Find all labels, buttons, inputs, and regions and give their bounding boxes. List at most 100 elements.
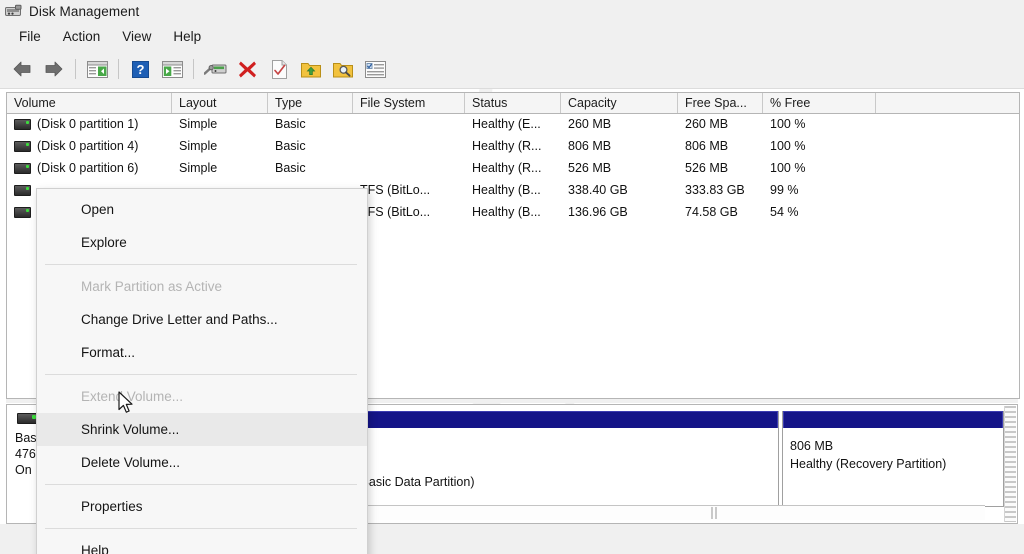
cell-volume-label: (Disk 0 partition 4) — [37, 139, 139, 153]
table-row[interactable]: (Disk 0 partition 6) Simple Basic Health… — [7, 157, 1019, 179]
cell-type: Basic — [275, 139, 306, 153]
cell-volume[interactable]: (Disk 0 partition 1) — [7, 113, 172, 135]
properties-checkmark-icon[interactable] — [266, 56, 292, 82]
ctx-open[interactable]: Open — [37, 193, 367, 226]
cell-file-system: TFS (BitLo... — [360, 205, 431, 219]
menu-bar: File Action View Help — [0, 22, 1024, 50]
column-header-status[interactable]: Status — [465, 93, 561, 113]
column-header-empty[interactable] — [876, 93, 1018, 113]
show-hide-console-tree-icon[interactable] — [84, 56, 110, 82]
ctx-properties[interactable]: Properties — [37, 490, 367, 523]
context-menu-separator — [45, 484, 357, 485]
ctx-format[interactable]: Format... — [37, 336, 367, 369]
folder-up-arrow-icon[interactable] — [298, 56, 324, 82]
cell-capacity: 526 MB — [568, 161, 612, 175]
scroll-tick — [711, 507, 713, 519]
cell-volume-label: (Disk 0 partition 6) — [37, 161, 139, 175]
cell-file-system — [353, 135, 465, 157]
cell-status: Healthy (R... — [472, 161, 542, 175]
column-header-file-system[interactable]: File System — [353, 93, 465, 113]
disk-pane-vertical-scrollbar[interactable] — [1004, 406, 1016, 522]
cell-type: Basic — [275, 161, 306, 175]
cell-layout: Simple — [179, 139, 218, 153]
cell-free-space: 74.58 GB — [685, 205, 738, 219]
cell-layout: Simple — [179, 117, 218, 131]
cell-capacity: 136.96 GB — [568, 205, 628, 219]
cell-status: Healthy (B... — [472, 183, 541, 197]
volume-drive-icon — [14, 118, 31, 130]
window-title: Disk Management — [29, 3, 140, 19]
column-header-percent-free[interactable]: % Free — [763, 93, 876, 113]
cell-percent-free: 100 % — [770, 161, 806, 175]
back-arrow-icon[interactable] — [9, 56, 35, 82]
folder-search-icon[interactable] — [330, 56, 356, 82]
cell-free-space: 260 MB — [685, 117, 729, 131]
menu-action[interactable]: Action — [54, 26, 110, 47]
table-row[interactable]: (Disk 0 partition 1) Simple Basic Health… — [7, 113, 1019, 135]
cell-file-system — [353, 113, 465, 135]
cell-capacity: 260 MB — [568, 117, 612, 131]
menu-help[interactable]: Help — [164, 26, 210, 47]
ctx-explore[interactable]: Explore — [37, 226, 367, 259]
cell-percent-free: 100 % — [770, 117, 806, 131]
cell-percent-free: 100 % — [770, 139, 806, 153]
title-bar: Disk Management — [0, 0, 1024, 23]
cell-status: Healthy (E... — [472, 117, 541, 131]
menu-file[interactable]: File — [10, 26, 50, 47]
ctx-shrink-volume[interactable]: Shrink Volume... — [37, 413, 367, 446]
column-header-volume[interactable]: Volume — [7, 93, 172, 113]
toolbar-separator — [193, 59, 194, 79]
cell-volume[interactable]: (Disk 0 partition 6) — [7, 157, 172, 179]
menu-view[interactable]: View — [113, 26, 160, 47]
column-header-layout[interactable]: Layout — [172, 93, 268, 113]
volume-context-menu: Open Explore Mark Partition as Active Ch… — [36, 188, 368, 554]
cell-free-space: 333.83 GB — [685, 183, 745, 197]
delete-red-x-icon[interactable] — [234, 56, 260, 82]
cell-capacity: 806 MB — [568, 139, 612, 153]
ctx-help[interactable]: Help — [37, 534, 367, 554]
context-menu-separator — [45, 264, 357, 265]
disk-management-icon — [5, 4, 22, 19]
table-row[interactable]: (Disk 0 partition 4) Simple Basic Health… — [7, 135, 1019, 157]
cell-capacity: 338.40 GB — [568, 183, 628, 197]
column-header-type[interactable]: Type — [268, 93, 353, 113]
toolbar-separator — [75, 59, 76, 79]
cell-status: Healthy (B... — [472, 205, 541, 219]
ctx-delete-volume[interactable]: Delete Volume... — [37, 446, 367, 479]
svg-text:?: ? — [136, 62, 144, 77]
rescan-disks-icon[interactable] — [202, 56, 228, 82]
cell-percent-free: 54 % — [770, 205, 799, 219]
cell-layout: Simple — [179, 161, 218, 175]
cell-percent-free: 99 % — [770, 183, 799, 197]
ctx-change-drive-letter[interactable]: Change Drive Letter and Paths... — [37, 303, 367, 336]
ctx-extend-volume: Extend Volume... — [81, 389, 184, 404]
cell-status: Healthy (R... — [472, 139, 542, 153]
partition-status: Healthy (Recovery Partition) — [790, 457, 947, 471]
help-icon[interactable]: ? — [127, 56, 153, 82]
cell-free-space: 526 MB — [685, 161, 729, 175]
partition-size: 806 MB — [790, 439, 834, 453]
show-hide-action-pane-icon[interactable] — [159, 56, 185, 82]
partition-bar — [783, 411, 1003, 428]
partition-recovery[interactable]: 806 MB Healthy (Recovery Partition) — [782, 411, 1004, 507]
volume-drive-icon — [14, 162, 31, 174]
volume-list-header: Volume Layout Type File System Status Ca… — [7, 92, 1019, 114]
context-menu-separator — [45, 374, 357, 375]
context-menu-separator — [45, 528, 357, 529]
toolbar-separator — [118, 59, 119, 79]
ctx-mark-partition-active: Mark Partition as Active — [81, 279, 223, 294]
volume-drive-icon — [14, 140, 31, 152]
column-header-capacity[interactable]: Capacity — [561, 93, 678, 113]
disk-management-window: Disk Management File Action View Help ? … — [0, 0, 1024, 554]
list-properties-icon[interactable] — [362, 56, 388, 82]
volume-drive-icon — [14, 206, 31, 218]
cell-volume[interactable]: (Disk 0 partition 4) — [7, 135, 172, 157]
cell-type: Basic — [275, 117, 306, 131]
toolbar: ? — [0, 50, 1024, 89]
cell-file-system: TFS (BitLo... — [360, 183, 431, 197]
cell-free-space: 806 MB — [685, 139, 729, 153]
column-header-free-space[interactable]: Free Spa... — [678, 93, 763, 113]
forward-arrow-icon[interactable] — [41, 56, 67, 82]
cell-file-system — [353, 157, 465, 179]
cell-volume-label: (Disk 0 partition 1) — [37, 117, 139, 131]
